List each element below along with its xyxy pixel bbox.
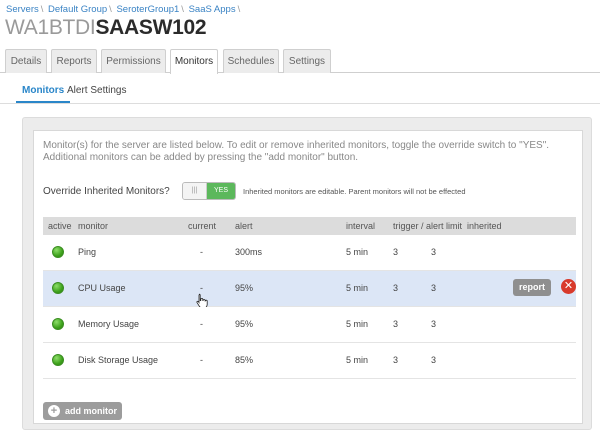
toggle-knob[interactable]: ||| (183, 183, 207, 199)
intro-text: Monitor(s) for the server are listed bel… (43, 140, 550, 163)
column-header-active: active (48, 221, 72, 231)
status-ok-icon (52, 282, 64, 294)
breadcrumb-separator: \ (109, 4, 112, 15)
monitor-name: CPU Usage (78, 283, 126, 293)
interval-value: 5 min (346, 283, 369, 293)
override-label: Override Inherited Monitors? (43, 186, 170, 197)
alert-limit-value: 3 (431, 319, 437, 329)
monitor-name: Ping (78, 247, 97, 257)
table-row[interactable]: Memory Usage - 95% 5 min 3 3 (43, 307, 576, 343)
main-tabs: Details Reports Permissions Monitors Sch… (0, 49, 600, 74)
alert-value: 85% (235, 355, 254, 365)
breadcrumb-separator: \ (40, 4, 44, 15)
column-header-interval: interval (346, 221, 376, 231)
breadcrumb-separator: \ (181, 4, 184, 15)
alert-value: 95% (235, 283, 254, 293)
tab-monitors[interactable]: Monitors (170, 49, 218, 74)
breadcrumb-link-saas-apps[interactable]: SaaS Apps (189, 4, 236, 15)
alert-limit-value: 3 (431, 283, 437, 293)
tab-reports[interactable]: Reports (51, 49, 97, 73)
table-header: active monitor current alert interval tr… (43, 217, 576, 235)
breadcrumb: Servers \ Default Group \ SeroterGroup1 \ S… (6, 4, 242, 15)
breadcrumb-link-default-group[interactable]: Default Group (48, 4, 107, 15)
current-value: - (200, 247, 203, 257)
subtab-alert-settings[interactable]: Alert Settings (67, 85, 126, 96)
breadcrumb-link-servers[interactable]: Servers (6, 4, 39, 15)
alert-limit-value: 3 (431, 355, 437, 365)
table-row[interactable]: Ping - 300ms 5 min 3 3 (43, 235, 576, 271)
monitors-card: Monitor(s) for the server are listed bel… (33, 130, 583, 424)
table-row[interactable]: Disk Storage Usage - 85% 5 min 3 3 (43, 343, 576, 379)
column-header-trigger-alert-limit: trigger / alert limit (393, 221, 463, 231)
breadcrumb-separator: \ (237, 4, 241, 15)
tab-schedules[interactable]: Schedules (223, 49, 279, 73)
tab-permissions[interactable]: Permissions (101, 49, 166, 73)
column-header-current: current (188, 221, 217, 231)
sub-tabs: Monitors Alert Settings (0, 74, 600, 104)
override-note: Inherited monitors are editable. Parent … (243, 187, 466, 196)
current-value: - (200, 355, 203, 365)
content-panel: Monitor(s) for the server are listed bel… (22, 117, 592, 430)
status-ok-icon (52, 354, 64, 366)
table-row[interactable]: CPU Usage - 95% 5 min 3 3 report ✕ (43, 271, 576, 309)
plus-icon: + (48, 405, 60, 417)
trigger-value: 3 (393, 319, 399, 329)
monitor-name: Memory Usage (78, 319, 140, 329)
column-header-monitor: monitor (78, 221, 109, 231)
trigger-value: 3 (393, 355, 399, 365)
column-header-inherited: inherited (467, 221, 502, 231)
server-prefix: WA1BTDI (5, 16, 96, 39)
interval-value: 5 min (346, 247, 369, 257)
subtab-monitors[interactable]: Monitors (15, 85, 71, 103)
add-monitor-label: add monitor (65, 406, 117, 416)
status-ok-icon (52, 318, 64, 330)
trigger-value: 3 (393, 247, 399, 257)
current-value: - (200, 283, 203, 293)
override-toggle[interactable]: ||| YES (182, 182, 236, 200)
monitor-name: Disk Storage Usage (78, 355, 159, 365)
breadcrumb-link-group[interactable]: SeroterGroup1 (116, 4, 179, 15)
server-name: SAASW102 (95, 16, 207, 39)
status-ok-icon (52, 246, 64, 258)
remove-icon[interactable]: ✕ (561, 279, 576, 294)
trigger-value: 3 (393, 283, 399, 293)
add-monitor-button[interactable]: + add monitor (43, 402, 122, 420)
report-button[interactable]: report (513, 279, 551, 296)
interval-value: 5 min (346, 319, 369, 329)
alert-limit-value: 3 (431, 247, 437, 257)
page-title: WA1BTDISAASW102 (5, 15, 207, 41)
alert-value: 300ms (235, 247, 263, 257)
tab-settings[interactable]: Settings (283, 49, 331, 73)
alert-value: 95% (235, 319, 254, 329)
tab-details[interactable]: Details (5, 49, 47, 73)
toggle-on-label: YES (207, 183, 235, 199)
column-header-alert: alert (235, 221, 253, 231)
current-value: - (200, 319, 203, 329)
interval-value: 5 min (346, 355, 369, 365)
